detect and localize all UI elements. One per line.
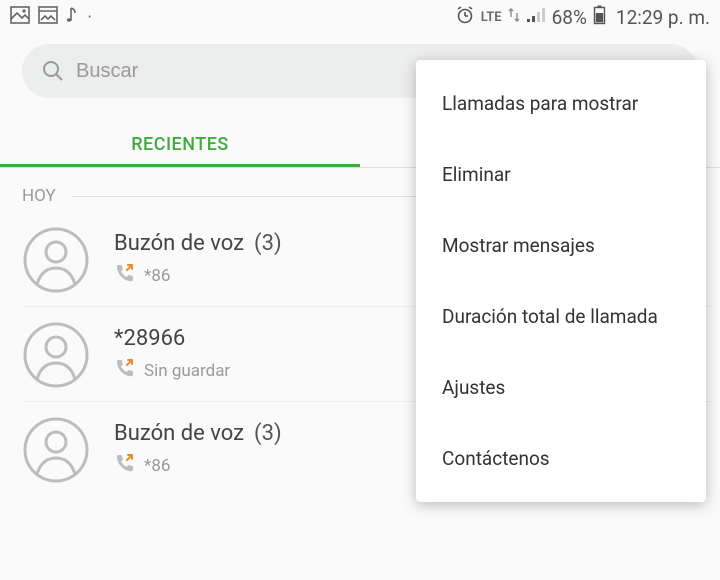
signal-updown-icon: [508, 7, 520, 28]
call-name: *28966: [114, 326, 185, 351]
avatar: [22, 226, 90, 294]
call-name: Buzón de voz: [114, 421, 244, 446]
status-bar: • LTE 68% 12:29 p. m.: [0, 0, 720, 34]
calendar-picture-icon: [38, 6, 58, 29]
tab-recientes[interactable]: RECIENTES: [0, 134, 360, 167]
menu-item-show-messages[interactable]: Mostrar mensajes: [416, 210, 706, 281]
battery-icon: [593, 5, 606, 30]
battery-percent: 68%: [552, 6, 587, 29]
menu-item-delete[interactable]: Eliminar: [416, 139, 706, 210]
call-sub-text: *86: [144, 266, 170, 286]
picture-icon: [10, 6, 30, 29]
menu-item-contact-us[interactable]: Contáctenos: [416, 423, 706, 494]
menu-item-total-duration[interactable]: Duración total de llamada: [416, 281, 706, 352]
clock-time: 12:29 p. m.: [616, 6, 710, 29]
call-sub-text: Sin guardar: [144, 361, 230, 381]
search-icon: [42, 60, 64, 82]
menu-item-calls-to-show[interactable]: Llamadas para mostrar: [416, 68, 706, 139]
outgoing-call-icon: [114, 452, 136, 479]
menu-item-settings[interactable]: Ajustes: [416, 352, 706, 423]
call-count: (3): [254, 421, 282, 446]
outgoing-call-icon: [114, 262, 136, 289]
signal-bars-icon: [526, 7, 546, 28]
alarm-icon: [455, 5, 475, 30]
call-count: (3): [254, 231, 282, 256]
dot-icon: •: [88, 12, 91, 23]
avatar: [22, 416, 90, 484]
lte-label: LTE: [481, 10, 502, 25]
call-sub-text: *86: [144, 456, 170, 476]
overflow-menu: Llamadas para mostrar Eliminar Mostrar m…: [416, 60, 706, 502]
call-name: Buzón de voz: [114, 231, 244, 256]
outgoing-call-icon: [114, 357, 136, 384]
section-label: HOY: [22, 186, 56, 206]
music-icon: [66, 5, 80, 30]
tab-label: RECIENTES: [131, 134, 229, 155]
avatar: [22, 321, 90, 389]
